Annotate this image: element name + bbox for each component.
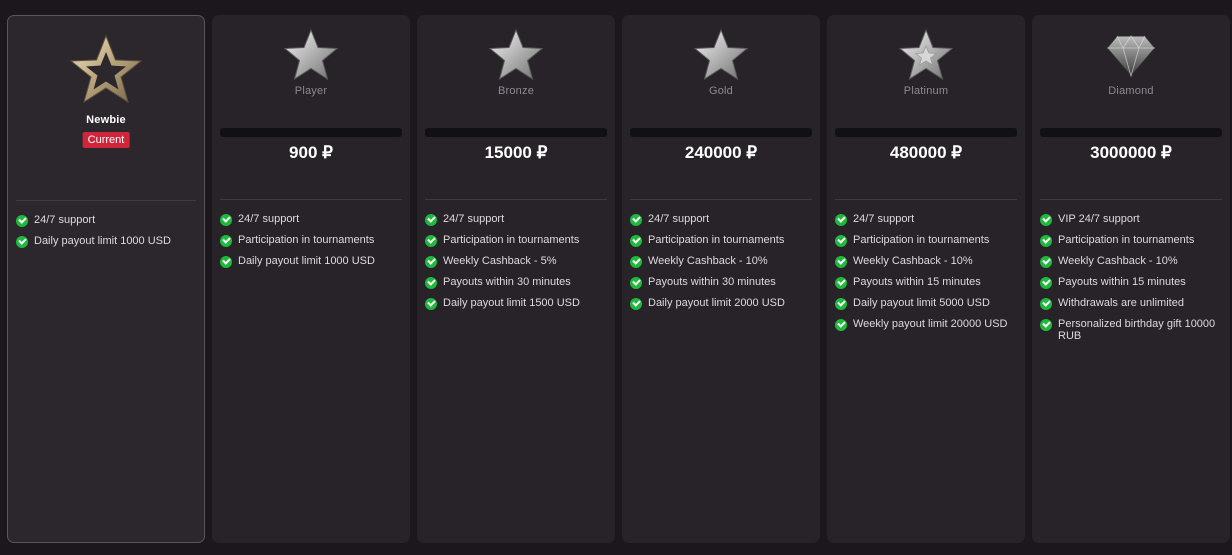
level-name: Bronze bbox=[497, 85, 535, 97]
level-card-platinum[interactable]: Platinum 480000 ₽ 24/7 support Participa… bbox=[827, 15, 1025, 543]
level-price: 480000 ₽ bbox=[889, 143, 963, 162]
feature-item: 24/7 support bbox=[220, 213, 404, 226]
check-icon bbox=[425, 256, 437, 268]
feature-item: Weekly payout limit 20000 USD bbox=[835, 318, 1019, 331]
feature-item: Daily payout limit 1000 USD bbox=[16, 235, 198, 248]
progress-bar bbox=[425, 128, 607, 137]
feature-item: Participation in tournaments bbox=[630, 234, 814, 247]
current-level-badge: Current bbox=[82, 132, 130, 148]
gold-outline-star-icon bbox=[8, 34, 204, 104]
check-icon bbox=[835, 277, 847, 289]
check-icon bbox=[1040, 319, 1052, 331]
level-name: Newbie bbox=[86, 114, 126, 126]
progress-bar bbox=[630, 128, 812, 137]
feature-item: 24/7 support bbox=[425, 213, 609, 226]
check-icon bbox=[630, 298, 642, 310]
silver-star-icon bbox=[417, 28, 615, 82]
check-icon bbox=[835, 319, 847, 331]
level-card-newbie[interactable]: Newbie Current 24/7 support Daily payout… bbox=[7, 15, 205, 543]
check-icon bbox=[1040, 235, 1052, 247]
level-card-bronze[interactable]: Bronze 15000 ₽ 24/7 support Participatio… bbox=[417, 15, 615, 543]
divider bbox=[220, 199, 402, 200]
check-icon bbox=[630, 214, 642, 226]
feature-item: Payouts within 30 minutes bbox=[630, 276, 814, 289]
check-icon bbox=[425, 298, 437, 310]
level-name: Gold bbox=[708, 85, 734, 97]
diamond-icon bbox=[1032, 32, 1230, 78]
feature-item: Weekly Cashback - 10% bbox=[1040, 255, 1224, 268]
divider bbox=[835, 199, 1017, 200]
feature-list: 24/7 support Daily payout limit 1000 USD bbox=[16, 214, 198, 256]
check-icon bbox=[220, 256, 232, 268]
check-icon bbox=[425, 235, 437, 247]
silver-star-icon bbox=[622, 28, 820, 82]
feature-item: Weekly Cashback - 5% bbox=[425, 255, 609, 268]
check-icon bbox=[425, 214, 437, 226]
level-price: 240000 ₽ bbox=[684, 143, 758, 162]
check-icon bbox=[1040, 214, 1052, 226]
level-card-player[interactable]: Player 900 ₽ 24/7 support Participation … bbox=[212, 15, 410, 543]
check-icon bbox=[835, 298, 847, 310]
feature-list: VIP 24/7 support Participation in tourna… bbox=[1040, 213, 1224, 351]
check-icon bbox=[630, 256, 642, 268]
level-price: 15000 ₽ bbox=[484, 143, 548, 162]
feature-item: Participation in tournaments bbox=[1040, 234, 1224, 247]
silver-star-icon bbox=[212, 28, 410, 82]
feature-item: Payouts within 30 minutes bbox=[425, 276, 609, 289]
feature-item: Daily payout limit 1500 USD bbox=[425, 297, 609, 310]
divider bbox=[425, 199, 607, 200]
check-icon bbox=[16, 236, 28, 248]
progress-bar bbox=[835, 128, 1017, 137]
level-price: 3000000 ₽ bbox=[1090, 143, 1172, 162]
check-icon bbox=[1040, 256, 1052, 268]
level-card-gold[interactable]: Gold 240000 ₽ 24/7 support Participation… bbox=[622, 15, 820, 543]
level-card-diamond[interactable]: Diamond 3000000 ₽ VIP 24/7 support Parti… bbox=[1032, 15, 1230, 543]
feature-item: VIP 24/7 support bbox=[1040, 213, 1224, 226]
feature-item: 24/7 support bbox=[835, 213, 1019, 226]
feature-item: 24/7 support bbox=[16, 214, 198, 227]
feature-item: Payouts within 15 minutes bbox=[835, 276, 1019, 289]
check-icon bbox=[1040, 298, 1052, 310]
check-icon bbox=[220, 214, 232, 226]
divider bbox=[16, 200, 196, 201]
feature-item: Weekly Cashback - 10% bbox=[630, 255, 814, 268]
level-name: Diamond bbox=[1108, 85, 1154, 97]
feature-item: Participation in tournaments bbox=[425, 234, 609, 247]
platinum-star-icon bbox=[827, 28, 1025, 82]
progress-bar bbox=[1040, 128, 1222, 137]
check-icon bbox=[835, 235, 847, 247]
feature-item: Weekly Cashback - 10% bbox=[835, 255, 1019, 268]
feature-item: Withdrawals are unlimited bbox=[1040, 297, 1224, 310]
progress-bar bbox=[220, 128, 402, 137]
feature-item: Payouts within 15 minutes bbox=[1040, 276, 1224, 289]
check-icon bbox=[1040, 277, 1052, 289]
feature-item: Daily payout limit 1000 USD bbox=[220, 255, 404, 268]
divider bbox=[1040, 199, 1222, 200]
feature-item: Participation in tournaments bbox=[220, 234, 404, 247]
feature-item: Daily payout limit 5000 USD bbox=[835, 297, 1019, 310]
check-icon bbox=[16, 215, 28, 227]
level-price: 900 ₽ bbox=[289, 143, 333, 162]
level-name: Platinum bbox=[903, 85, 949, 97]
check-icon bbox=[630, 277, 642, 289]
check-icon bbox=[425, 277, 437, 289]
vip-levels: Newbie Current 24/7 support Daily payout… bbox=[7, 15, 1230, 543]
feature-item: Participation in tournaments bbox=[835, 234, 1019, 247]
feature-item: 24/7 support bbox=[630, 213, 814, 226]
feature-list: 24/7 support Participation in tournament… bbox=[220, 213, 404, 276]
feature-list: 24/7 support Participation in tournament… bbox=[835, 213, 1019, 339]
level-name: Player bbox=[294, 85, 328, 97]
divider bbox=[630, 199, 812, 200]
feature-list: 24/7 support Participation in tournament… bbox=[425, 213, 609, 318]
feature-item: Personalized birthday gift 10000 RUB bbox=[1040, 318, 1224, 342]
feature-item: Daily payout limit 2000 USD bbox=[630, 297, 814, 310]
check-icon bbox=[835, 256, 847, 268]
feature-list: 24/7 support Participation in tournament… bbox=[630, 213, 814, 318]
check-icon bbox=[220, 235, 232, 247]
check-icon bbox=[630, 235, 642, 247]
check-icon bbox=[835, 214, 847, 226]
